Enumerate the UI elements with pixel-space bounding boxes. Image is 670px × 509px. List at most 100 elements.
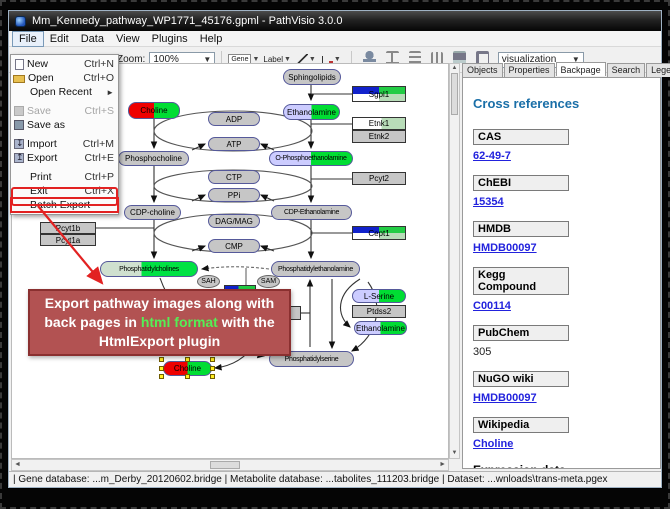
pathway-node-phosphocholine[interactable]: Phosphocholine bbox=[118, 151, 189, 166]
scroll-left-icon[interactable]: ◄ bbox=[14, 460, 21, 470]
xref-title-nugo-wiki: NuGO wiki bbox=[473, 371, 569, 387]
node-label: Phosphocholine bbox=[125, 154, 182, 163]
side-panel-tabs: ObjectsPropertiesBackpageSearchLegend bbox=[462, 63, 661, 77]
file-menu-item-export[interactable]: ExportCtrl+E bbox=[11, 151, 118, 165]
file-menu-item-open-recent[interactable]: Open Recent ► bbox=[11, 85, 118, 99]
selection-handle[interactable] bbox=[210, 374, 215, 379]
pathway-node-ctp[interactable]: CTP bbox=[208, 170, 260, 184]
no-icon bbox=[13, 186, 27, 197]
tab-properties[interactable]: Properties bbox=[504, 63, 555, 77]
pathway-node-l-serine[interactable]: L-Serine bbox=[352, 289, 406, 303]
selection-handle[interactable] bbox=[210, 357, 215, 362]
file-menu-item-save-as[interactable]: Save as bbox=[11, 118, 118, 132]
tab-backpage[interactable]: Backpage bbox=[556, 62, 606, 76]
tab-search[interactable]: Search bbox=[607, 63, 646, 77]
pathway-node-cdp-ethanolamine[interactable]: CDP-Ethanolamine bbox=[271, 205, 352, 220]
menubar-item-plugins[interactable]: Plugins bbox=[146, 32, 194, 46]
xref-link-hmdb00097[interactable]: HMDB00097 bbox=[473, 242, 537, 254]
file-menu-item-new[interactable]: NewCtrl+N bbox=[11, 57, 118, 71]
chevron-down-icon[interactable]: ▼ bbox=[334, 56, 341, 63]
pathway-node-etnk2[interactable]: Etnk2 bbox=[352, 130, 406, 143]
file-menu-item-print[interactable]: PrintCtrl+P bbox=[11, 170, 118, 184]
menubar-item-edit[interactable]: Edit bbox=[44, 32, 75, 46]
xref-link-62-49-7[interactable]: 62-49-7 bbox=[473, 150, 511, 162]
file-menu-item-exit[interactable]: ExitCtrl+X bbox=[11, 184, 118, 198]
status-text: | Gene database: ...m_Derby_20120602.bri… bbox=[13, 474, 607, 485]
pathway-node-cdp-choline[interactable]: CDP-choline bbox=[124, 205, 181, 220]
screenshot-root: { "window": { "title": "Mm_Kennedy_pathw… bbox=[0, 0, 670, 509]
pathway-node-sam[interactable]: SAM bbox=[257, 275, 280, 288]
scroll-down-icon[interactable]: ▼ bbox=[450, 449, 459, 458]
vertical-scroll-thumb[interactable] bbox=[451, 73, 458, 115]
menu-item-label: Save bbox=[27, 105, 81, 117]
pathway-node-pcyt2[interactable]: Pcyt2 bbox=[352, 172, 406, 185]
file-menu-item-open[interactable]: OpenCtrl+O bbox=[11, 71, 118, 85]
pathway-node-sphingolipids[interactable]: Sphingolipids bbox=[283, 69, 341, 85]
node-label: Pcyt1a bbox=[56, 236, 80, 245]
pathway-node-o-phosphoethanolamine[interactable]: O-Phosphoethanolamine bbox=[269, 151, 353, 166]
canvas-horizontal-scrollbar[interactable]: ◄ ► bbox=[11, 459, 449, 471]
pathway-node-atp[interactable]: ATP bbox=[208, 137, 260, 151]
selection-handle[interactable] bbox=[159, 366, 164, 371]
xref-link-15354[interactable]: 15354 bbox=[473, 196, 504, 208]
chevron-down-icon[interactable]: ▼ bbox=[284, 56, 291, 63]
tab-legend[interactable]: Legend bbox=[646, 63, 670, 77]
pathway-node-cmp[interactable]: CMP bbox=[208, 239, 260, 253]
node-label: Choline bbox=[140, 106, 167, 115]
menu-item-shortcut: Ctrl+O bbox=[83, 72, 114, 84]
canvas-vertical-scrollbar[interactable]: ▲ ▼ bbox=[449, 63, 460, 459]
node-label: Phosphatidylcholines bbox=[119, 266, 179, 273]
pathway-node-ethanolamine[interactable]: Ethanolamine bbox=[354, 321, 407, 335]
new-file-icon bbox=[15, 59, 24, 70]
menubar-item-help[interactable]: Help bbox=[194, 32, 229, 46]
menu-item-label: Open Recent bbox=[30, 86, 102, 98]
pathway-node-ethanolamine[interactable]: Ethanolamine bbox=[283, 104, 340, 120]
scroll-right-icon[interactable]: ► bbox=[439, 460, 446, 470]
file-menu-dropdown: NewCtrl+NOpenCtrl+OOpen Recent ► Save Ctrl+… bbox=[10, 54, 119, 215]
menu-item-shortcut: Ctrl+N bbox=[84, 58, 114, 70]
menu-item-label: Batch Export bbox=[30, 199, 110, 211]
file-menu-item-import[interactable]: ImportCtrl+M bbox=[11, 137, 118, 151]
node-label: Etnk2 bbox=[369, 132, 389, 141]
submenu-arrow-icon: ► bbox=[106, 88, 114, 97]
xref-link-hmdb00097[interactable]: HMDB00097 bbox=[473, 392, 537, 404]
pathway-node-adp[interactable]: ADP bbox=[208, 112, 260, 126]
node-label: Ethanolamine bbox=[287, 108, 336, 117]
title-bar[interactable]: Mm_Kennedy_pathway_WP1771_45176.gpml - P… bbox=[9, 11, 661, 31]
menubar-item-file[interactable]: File bbox=[12, 31, 44, 47]
xref-link-choline[interactable]: Choline bbox=[473, 438, 513, 450]
menubar-item-data[interactable]: Data bbox=[75, 32, 110, 46]
node-label: Ptdss2 bbox=[367, 307, 391, 316]
annotation-callout: Export pathway images along with back pa… bbox=[28, 289, 291, 356]
pathway-node-ppi[interactable]: PPi bbox=[208, 188, 260, 202]
chevron-down-icon[interactable]: ▼ bbox=[252, 56, 259, 63]
pathway-node-phosphatidylcholines[interactable]: Phosphatidylcholines bbox=[100, 261, 198, 277]
selection-handle[interactable] bbox=[159, 357, 164, 362]
selection-handle[interactable] bbox=[159, 374, 164, 379]
selection-handle[interactable] bbox=[210, 366, 215, 371]
node-label: CMP bbox=[225, 242, 243, 251]
pathway-node-sah[interactable]: SAH bbox=[197, 275, 220, 288]
pathway-node-phosphatidylethanolamine[interactable]: Phosphatidylethanolamine bbox=[271, 261, 360, 277]
pathway-node-dag-mag[interactable]: DAG/MAG bbox=[208, 214, 260, 228]
cross-references-heading: Cross references bbox=[473, 96, 650, 111]
pathway-node-pcyt1a[interactable]: Pcyt1a bbox=[40, 234, 96, 246]
pathway-node-pcyt1b[interactable]: Pcyt1b bbox=[40, 222, 96, 234]
pathway-node-sgpl1[interactable]: Sgpl1 bbox=[352, 86, 406, 102]
expression-data-heading: Expression data bbox=[473, 463, 650, 469]
selection-handle[interactable] bbox=[185, 357, 190, 362]
horizontal-scroll-thumb[interactable] bbox=[210, 461, 240, 469]
pathway-node-etnk1[interactable]: Etnk1 bbox=[352, 117, 406, 130]
selection-handle[interactable] bbox=[185, 374, 190, 379]
chevron-down-icon[interactable]: ▼ bbox=[309, 56, 316, 63]
node-label: Choline bbox=[174, 364, 201, 373]
menubar-item-view[interactable]: View bbox=[110, 32, 146, 46]
pathway-node-cept1[interactable]: Cept1 bbox=[352, 226, 406, 240]
node-label: ATP bbox=[227, 140, 242, 149]
file-menu-item-batch-export[interactable]: Batch Export bbox=[11, 198, 118, 212]
xref-link-c00114[interactable]: C00114 bbox=[473, 300, 511, 312]
scroll-up-icon[interactable]: ▲ bbox=[450, 64, 459, 73]
tab-objects[interactable]: Objects bbox=[462, 63, 503, 77]
pathway-node-choline[interactable]: Choline bbox=[128, 102, 180, 119]
pathway-node-ptdss2[interactable]: Ptdss2 bbox=[352, 305, 406, 318]
